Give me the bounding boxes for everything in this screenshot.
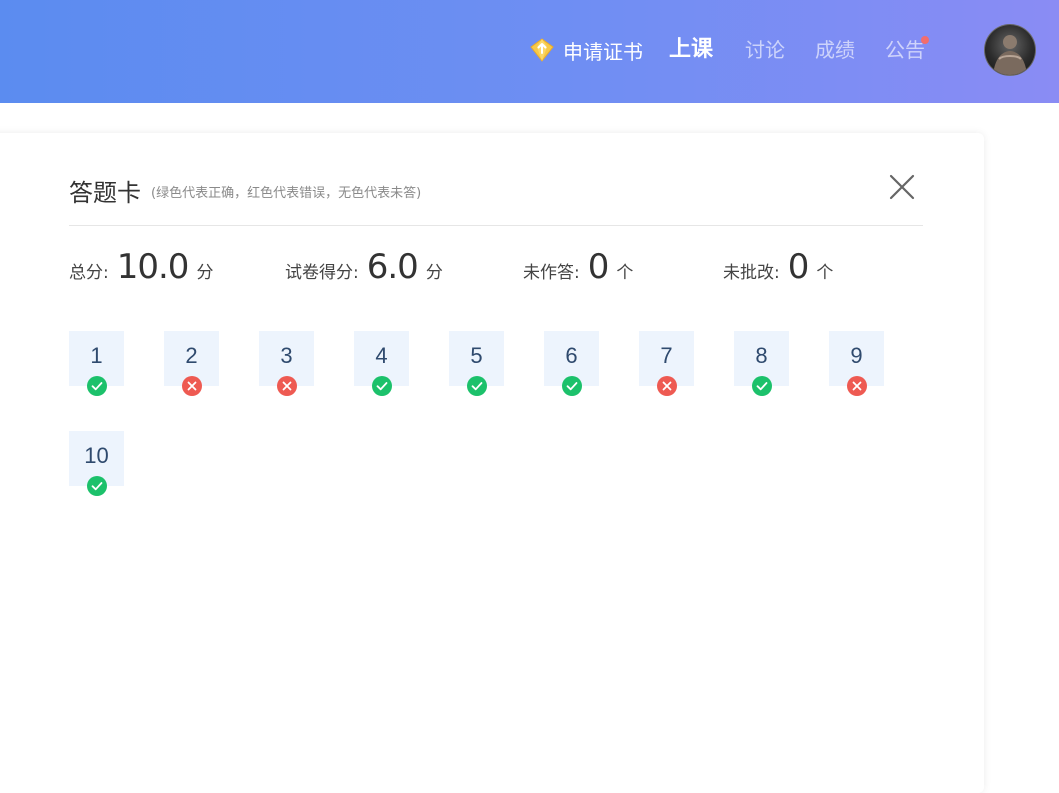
title-divider [69,225,923,226]
question-box-5[interactable]: 5 [449,331,504,396]
correct-check-icon [467,376,487,396]
question-box-8[interactable]: 8 [734,331,789,396]
ungraded-stat: 未批改: 0 个 [723,247,834,287]
user-avatar[interactable] [984,24,1036,76]
correct-check-icon [372,376,392,396]
unanswered-label: 未作答: [523,263,580,283]
correct-check-icon [87,476,107,496]
ungraded-unit: 个 [816,263,834,283]
total-score-label: 总分: [69,263,109,283]
question-box-9[interactable]: 9 [829,331,884,396]
answer-card-panel: 答题卡 (绿色代表正确，红色代表错误，无色代表未答) 总分: 10.0 分 试卷… [0,133,984,793]
question-number: 5 [470,343,483,368]
correct-check-icon [87,376,107,396]
question-number: 9 [850,343,863,368]
question-box-7[interactable]: 7 [639,331,694,396]
nav-tab-announcement-label: 公告 [885,38,925,62]
question-number: 2 [185,343,198,368]
answer-card-legend-hint: (绿色代表正确，红色代表错误，无色代表未答) [151,186,422,201]
total-score-unit: 分 [196,263,214,283]
ungraded-value: 0 [787,247,810,287]
question-number: 4 [375,343,388,368]
paper-score-label: 试卷得分: [285,263,359,283]
avatar-figure-icon [993,35,1027,75]
question-box-6[interactable]: 6 [544,331,599,396]
question-box-2[interactable]: 2 [164,331,219,396]
diamond-certificate-icon [530,38,554,62]
ungraded-label: 未批改: [723,263,780,283]
unanswered-value: 0 [587,247,610,287]
question-box-4[interactable]: 4 [354,331,409,396]
unanswered-stat: 未作答: 0 个 [523,247,634,287]
paper-score-unit: 分 [425,263,443,283]
question-number: 10 [84,443,109,468]
wrong-cross-icon [847,376,867,396]
close-icon[interactable] [888,173,916,201]
question-number: 3 [280,343,293,368]
question-box-1[interactable]: 1 [69,331,124,396]
question-box-3[interactable]: 3 [259,331,314,396]
question-number: 8 [755,343,768,368]
paper-score-value: 6.0 [366,247,419,287]
wrong-cross-icon [182,376,202,396]
question-number: 7 [660,343,673,368]
nav-tab-class[interactable]: 上课 [669,34,713,66]
correct-check-icon [562,376,582,396]
apply-certificate-link[interactable]: 申请证书 [529,34,643,66]
total-score-stat: 总分: 10.0 分 [69,247,214,287]
question-number: 6 [565,343,578,368]
unanswered-unit: 个 [616,263,634,283]
nav-tab-grades[interactable]: 成绩 [815,34,855,66]
question-number: 1 [90,343,103,368]
wrong-cross-icon [657,376,677,396]
total-score-value: 10.0 [116,247,190,287]
answer-card-title: 答题卡 [69,179,141,207]
top-navigation-bar: 申请证书 上课 讨论 成绩 公告 [0,0,1059,103]
paper-score-stat: 试卷得分: 6.0 分 [285,247,443,287]
unread-dot [921,36,929,44]
nav-tab-discussion[interactable]: 讨论 [745,34,785,66]
nav-tab-announcement[interactable]: 公告 [885,34,929,66]
wrong-cross-icon [277,376,297,396]
question-box-10[interactable]: 10 [69,431,124,496]
apply-certificate-label: 申请证书 [563,39,643,64]
correct-check-icon [752,376,772,396]
